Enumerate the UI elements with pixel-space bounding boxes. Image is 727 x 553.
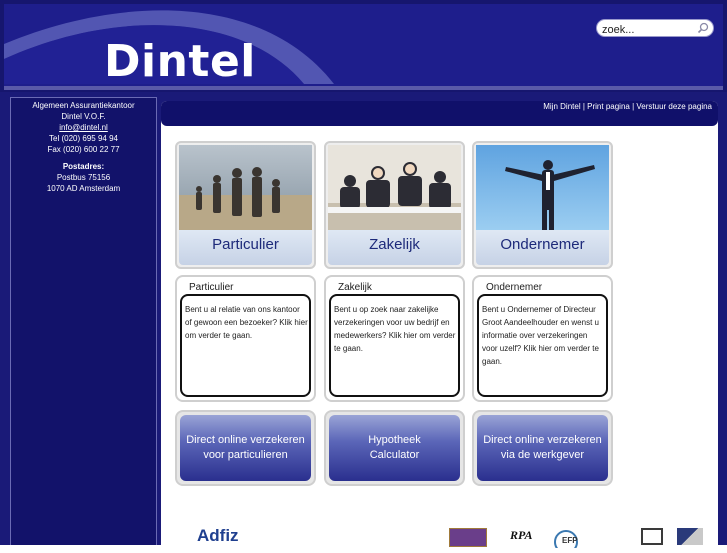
tile-ondernemer-label: Ondernemer [500, 236, 585, 253]
button-line: Hypotheek [368, 434, 421, 446]
tile-ondernemer[interactable]: Ondernemer [472, 141, 613, 269]
tile-zakelijk[interactable]: Zakelijk [324, 141, 465, 269]
mijn-dintel-link[interactable]: Mijn Dintel [543, 102, 580, 111]
tile-zakelijk-label: Zakelijk [369, 236, 420, 253]
efp-logo[interactable]: EFP [554, 528, 586, 553]
button-line: via de werkgever [500, 449, 585, 461]
separator: | [632, 102, 635, 111]
search-box [596, 19, 714, 37]
box-zakelijk-text: Bent u op zoek naar zakelijke verzekerin… [334, 305, 456, 353]
button-line: voor particulieren [203, 449, 288, 461]
postal-city: 1070 AD Amsterdam [46, 184, 121, 193]
box-zakelijk-title: Zakelijk [336, 282, 374, 293]
send-page-link[interactable]: Verstuur deze pagina [636, 102, 712, 111]
businessman-sky-photo [476, 145, 609, 235]
top-link-bar: Mijn Dintel | Print pagina | Verstuur de… [161, 101, 718, 126]
online-particulieren-button[interactable]: Direct online verzekeren voor particulier… [175, 410, 316, 486]
tile-particulier[interactable]: Particulier [175, 141, 316, 269]
certification-logo[interactable] [641, 528, 663, 545]
site-logo[interactable]: Dintel [104, 36, 256, 86]
rpa-logo[interactable]: RPA [510, 528, 532, 543]
hypotheek-calculator-button[interactable]: Hypotheek Calculator [324, 410, 465, 486]
box-particulier-title: Particulier [187, 282, 236, 293]
adfiz-logo[interactable]: Adfiz [197, 526, 239, 546]
box-ondernemer[interactable]: Ondernemer Bent u Ondernemer of Directeu… [472, 275, 613, 402]
header: Dintel [0, 0, 727, 92]
box-zakelijk[interactable]: Zakelijk Bent u op zoek naar zakelijke v… [324, 275, 465, 402]
button-line: Calculator [369, 449, 420, 461]
membership-logo[interactable] [449, 528, 487, 547]
business-meeting-photo [328, 145, 461, 235]
efp-label: EFP [562, 536, 578, 545]
button-line: Direct online verzekeren [483, 434, 602, 446]
box-ondernemer-title: Ondernemer [484, 282, 545, 293]
search-icon[interactable] [697, 22, 709, 34]
search-input[interactable] [602, 23, 694, 37]
telephone: Tel (020) 695 94 94 [49, 134, 118, 143]
separator: | [582, 102, 585, 111]
email-link[interactable]: info@dintel.nl [59, 123, 108, 132]
family-beach-photo [179, 145, 312, 235]
box-particulier-text: Bent u al relatie van ons kantoor of gew… [185, 305, 308, 340]
button-line: Direct online verzekeren [186, 434, 305, 446]
online-werkgever-button[interactable]: Direct online verzekeren via de werkgever [472, 410, 613, 486]
arrow-logo[interactable] [677, 528, 703, 545]
postal-box: Postbus 75156 [56, 173, 111, 182]
company-legal-name: Dintel V.O.F. [61, 112, 106, 121]
partner-logos: Adfiz RPA EFP [161, 520, 718, 553]
tile-particulier-label: Particulier [212, 236, 279, 253]
fax: Fax (020) 600 22 77 [47, 145, 120, 154]
company-name: Algemeen Assurantiekantoor [32, 101, 135, 110]
postal-label: Postadres: [62, 162, 105, 171]
contact-sidebar: Algemeen Assurantiekantoor Dintel V.O.F.… [10, 97, 157, 545]
header-banner: Dintel [4, 4, 723, 90]
box-particulier[interactable]: Particulier Bent u al relatie van ons ka… [175, 275, 316, 402]
box-ondernemer-text: Bent u Ondernemer of Directeur Groot Aan… [482, 305, 599, 366]
print-page-link[interactable]: Print pagina [587, 102, 630, 111]
